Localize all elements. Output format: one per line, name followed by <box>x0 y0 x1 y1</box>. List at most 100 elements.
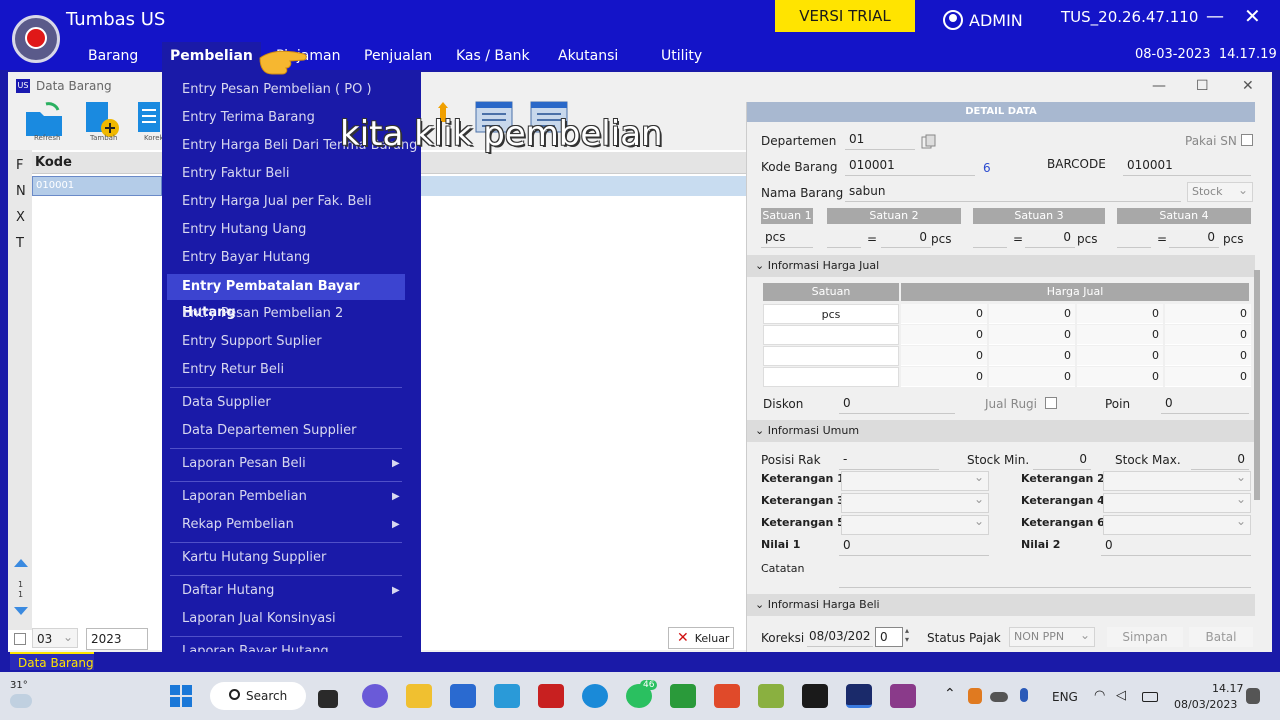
taskbar-time[interactable]: 14.17 <box>1212 682 1244 695</box>
keterangan-3-select[interactable] <box>841 492 989 513</box>
taskbar-date[interactable]: 08/03/2023 <box>1174 698 1237 711</box>
file-explorer-icon[interactable] <box>406 684 432 708</box>
language-indicator[interactable]: ENG <box>1052 690 1078 704</box>
table-cell-satuan[interactable]: pcs <box>763 304 899 324</box>
month-select[interactable]: 03 <box>32 627 78 648</box>
app-l-icon[interactable] <box>494 684 520 708</box>
user-name[interactable]: ADMIN <box>969 11 1023 30</box>
table-cell-satuan[interactable] <box>763 346 899 366</box>
winrar-icon[interactable] <box>890 684 916 708</box>
window-minimize-button[interactable]: — <box>1152 78 1166 94</box>
poin-field[interactable]: 0 <box>1161 394 1249 414</box>
window-close-button[interactable]: ✕ <box>1242 78 1254 94</box>
satuan-3-field[interactable] <box>973 228 1007 248</box>
wifi-icon[interactable]: ◠ <box>1094 688 1105 703</box>
taskbar-search[interactable]: Search <box>210 682 306 710</box>
side-letter-t[interactable]: T <box>16 236 24 251</box>
table-cell-harga[interactable]: 0 <box>1077 304 1163 324</box>
pakai-sn-checkbox[interactable] <box>1241 134 1253 146</box>
dropdown-item[interactable]: Entry Faktur Beli <box>182 166 289 181</box>
table-cell-harga[interactable]: 0 <box>901 325 987 345</box>
dropdown-item[interactable]: Entry Hutang Uang <box>182 222 306 237</box>
folder-app-icon[interactable] <box>758 684 784 708</box>
table-cell-harga[interactable]: 0 <box>901 304 987 324</box>
copy-icon[interactable] <box>921 134 937 150</box>
table-row-cell[interactable]: 010001 <box>32 176 162 196</box>
tray-chevron-icon[interactable]: ⌃ <box>944 686 956 702</box>
dropdown-item[interactable]: Kartu Hutang Supplier <box>182 550 326 565</box>
dropdown-item[interactable]: Entry Retur Beli <box>182 362 284 377</box>
table-cell-harga[interactable]: 0 <box>989 304 1075 324</box>
mcafee-icon[interactable] <box>538 684 564 708</box>
side-letter-f[interactable]: F <box>16 158 23 173</box>
minimize-button[interactable]: — <box>1206 6 1224 27</box>
camtasia-icon[interactable] <box>670 684 696 708</box>
dropdown-item[interactable]: Entry Pembatalan Bayar Hutang <box>167 274 405 320</box>
departemen-field[interactable]: 01 <box>845 130 915 150</box>
window-maximize-button[interactable]: ☐ <box>1196 78 1209 94</box>
dropdown-item[interactable]: Entry Bayar Hutang <box>182 250 310 265</box>
simpan-button[interactable]: Simpan <box>1107 627 1183 647</box>
table-cell-harga[interactable]: 0 <box>989 346 1075 366</box>
status-pajak-select[interactable]: NON PPN <box>1009 626 1095 647</box>
task-view-icon[interactable] <box>318 690 338 708</box>
table-cell-satuan[interactable] <box>763 367 899 387</box>
table-cell-harga[interactable]: 0 <box>1165 304 1251 324</box>
tray-app-icon[interactable] <box>968 688 982 704</box>
table-cell-harga[interactable]: 0 <box>901 346 987 366</box>
section-harga-beli[interactable]: ⌄ Informasi Harga Beli <box>747 594 1255 616</box>
cloud-icon[interactable] <box>10 694 32 708</box>
dropdown-item[interactable]: Laporan Pesan Beli <box>182 456 306 471</box>
table-cell-harga[interactable]: 0 <box>1165 367 1251 387</box>
batal-button[interactable]: Batal <box>1189 627 1253 647</box>
scroll-arrows-icon[interactable]: 11 <box>12 557 30 617</box>
stock-min-field[interactable]: 0 <box>1033 450 1091 470</box>
side-letter-x[interactable]: X <box>16 210 25 225</box>
dropdown-item[interactable]: Daftar Hutang <box>182 583 274 598</box>
satuan-2-field[interactable] <box>827 228 861 248</box>
dropdown-item[interactable]: Entry Pesan Pembelian ( PO ) <box>182 82 372 97</box>
menu-penjualan[interactable]: Penjualan <box>364 48 432 64</box>
satuan-4-qty[interactable]: 0 <box>1169 228 1219 248</box>
jual-rugi-checkbox[interactable] <box>1045 397 1057 409</box>
keluar-button[interactable]: ✕ Keluar <box>668 627 734 649</box>
weather-temp[interactable]: 31° <box>10 680 28 691</box>
dropdown-item[interactable]: Entry Pesan Pembelian 2 <box>182 306 343 321</box>
koreksi-date-field[interactable]: 08/03/202 <box>807 627 873 647</box>
nilai-2-field[interactable]: 0 <box>1101 536 1251 556</box>
spinner-icon[interactable]: ▴ ▾ <box>905 626 909 644</box>
windows-start-icon[interactable] <box>170 685 192 707</box>
keterangan-2-select[interactable] <box>1103 470 1251 491</box>
dropdown-item[interactable]: Entry Harga Jual per Fak. Beli <box>182 194 372 209</box>
recorder-icon[interactable] <box>714 684 740 708</box>
satuan-4-field[interactable] <box>1117 228 1151 248</box>
dropdown-item[interactable]: Data Supplier <box>182 395 271 410</box>
dropdown-item[interactable]: Rekap Pembelian <box>182 517 294 532</box>
table-cell-harga[interactable]: 0 <box>1077 346 1163 366</box>
mail-icon[interactable] <box>450 684 476 708</box>
close-button[interactable]: ✕ <box>1244 4 1261 28</box>
table-cell-satuan[interactable] <box>763 325 899 345</box>
table-cell-harga[interactable]: 0 <box>1077 325 1163 345</box>
dropdown-item[interactable]: Entry Support Suplier <box>182 334 322 349</box>
keterangan-6-select[interactable] <box>1103 514 1251 535</box>
section-informasi-umum[interactable]: ⌄ Informasi Umum <box>747 420 1255 442</box>
dropdown-item[interactable]: Laporan Jual Konsinyasi <box>182 611 336 626</box>
koreksi-number-field[interactable]: 0 <box>875 627 903 647</box>
volume-icon[interactable]: ◁ <box>1116 688 1126 703</box>
posisi-rak-field[interactable]: - <box>839 450 939 470</box>
diskon-field[interactable]: 0 <box>839 394 955 414</box>
dropdown-item[interactable]: Entry Terima Barang <box>182 110 315 125</box>
menu-utility[interactable]: Utility <box>661 48 702 64</box>
filter-checkbox[interactable] <box>14 633 26 645</box>
menu-akutansi[interactable]: Akutansi <box>558 48 618 64</box>
edge-icon[interactable] <box>582 684 608 708</box>
keterangan-1-select[interactable] <box>841 470 989 491</box>
menu-kas-bank[interactable]: Kas / Bank <box>456 48 530 64</box>
table-cell-harga[interactable]: 0 <box>1165 346 1251 366</box>
side-letter-n[interactable]: N <box>16 184 26 199</box>
battery-icon[interactable] <box>1142 692 1158 702</box>
menu-barang[interactable]: Barang <box>88 48 138 64</box>
satuan-3-qty[interactable]: 0 <box>1025 228 1075 248</box>
onedrive-icon[interactable] <box>990 692 1008 702</box>
